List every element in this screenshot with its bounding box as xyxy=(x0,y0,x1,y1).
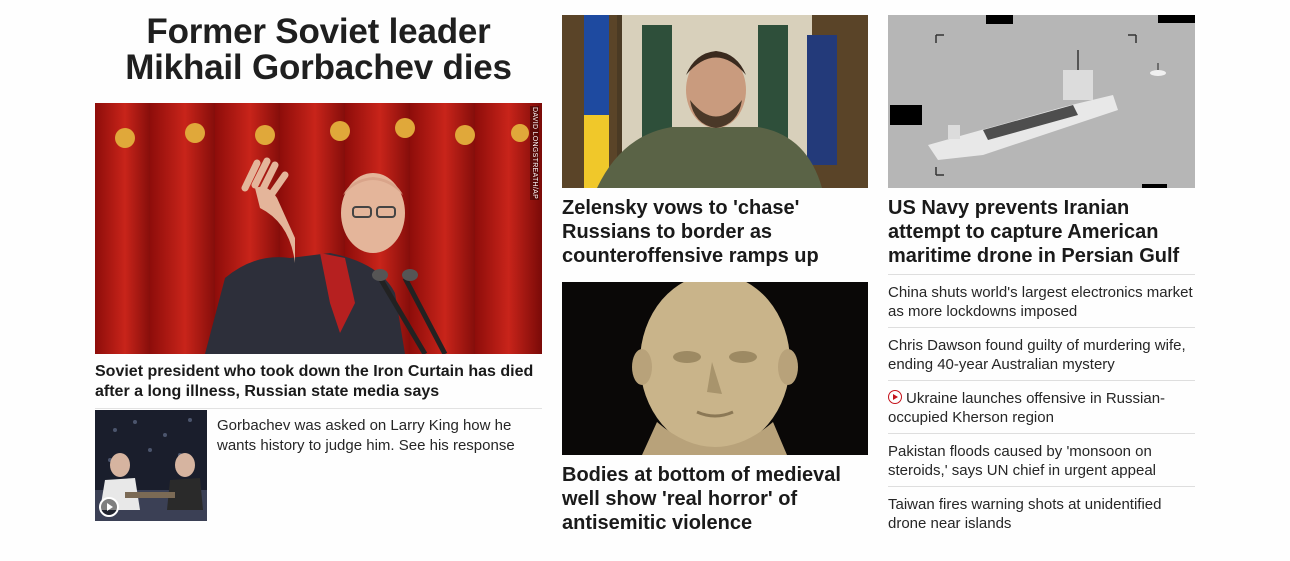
list-item[interactable]: Pakistan floods caused by 'monsoon on st… xyxy=(888,433,1195,486)
play-icon[interactable] xyxy=(99,497,119,517)
list-item-text: Pakistan floods caused by 'monsoon on st… xyxy=(888,443,1157,479)
headline-list: China shuts world's largest electronics … xyxy=(888,274,1195,539)
navy-drone-headline[interactable]: US Navy prevents Iranian attempt to capt… xyxy=(888,196,1193,268)
lead-headline[interactable]: Former Soviet leader Mikhail Gorbachev d… xyxy=(95,14,542,86)
list-item[interactable]: Taiwan fires warning shots at unidentifi… xyxy=(888,486,1195,539)
navy-drone-image[interactable] xyxy=(888,15,1195,188)
list-item-text: Taiwan fires warning shots at unidentifi… xyxy=(888,496,1162,532)
larry-king-video-thumbnail[interactable] xyxy=(95,410,207,521)
video-caption[interactable]: Gorbachev was asked on Larry King how he… xyxy=(217,416,542,456)
gorbachev-photo[interactable]: DAVID LONGSTREATH/AP xyxy=(95,103,542,354)
medieval-bust-art xyxy=(562,282,868,455)
list-item-text: Chris Dawson found guilty of murdering w… xyxy=(888,337,1186,373)
list-item-text: Ukraine launches offensive in Russian-oc… xyxy=(888,390,1166,426)
lead-subheadline[interactable]: Soviet president who took down the Iron … xyxy=(95,362,542,402)
lead-story: Former Soviet leader Mikhail Gorbachev d… xyxy=(95,0,542,521)
image-credit: DAVID LONGSTREATH/AP xyxy=(530,106,539,201)
medieval-well-headline[interactable]: Bodies at bottom of medieval well show '… xyxy=(562,463,862,535)
zelensky-headline[interactable]: Zelensky vows to 'chase' Russians to bor… xyxy=(562,196,862,268)
list-item[interactable]: China shuts world's largest electronics … xyxy=(888,274,1195,327)
gorbachev-photo-art xyxy=(95,103,542,354)
list-item[interactable]: Chris Dawson found guilty of murdering w… xyxy=(888,327,1195,380)
medieval-bust-image[interactable] xyxy=(562,282,868,455)
list-item-text: China shuts world's largest electronics … xyxy=(888,284,1193,320)
list-item[interactable]: Ukraine launches offensive in Russian-oc… xyxy=(888,380,1195,433)
navy-drone-art xyxy=(888,15,1195,188)
divider xyxy=(95,408,542,409)
zelensky-photo-art xyxy=(562,15,868,188)
play-icon xyxy=(888,390,902,404)
zelensky-photo[interactable] xyxy=(562,15,868,188)
